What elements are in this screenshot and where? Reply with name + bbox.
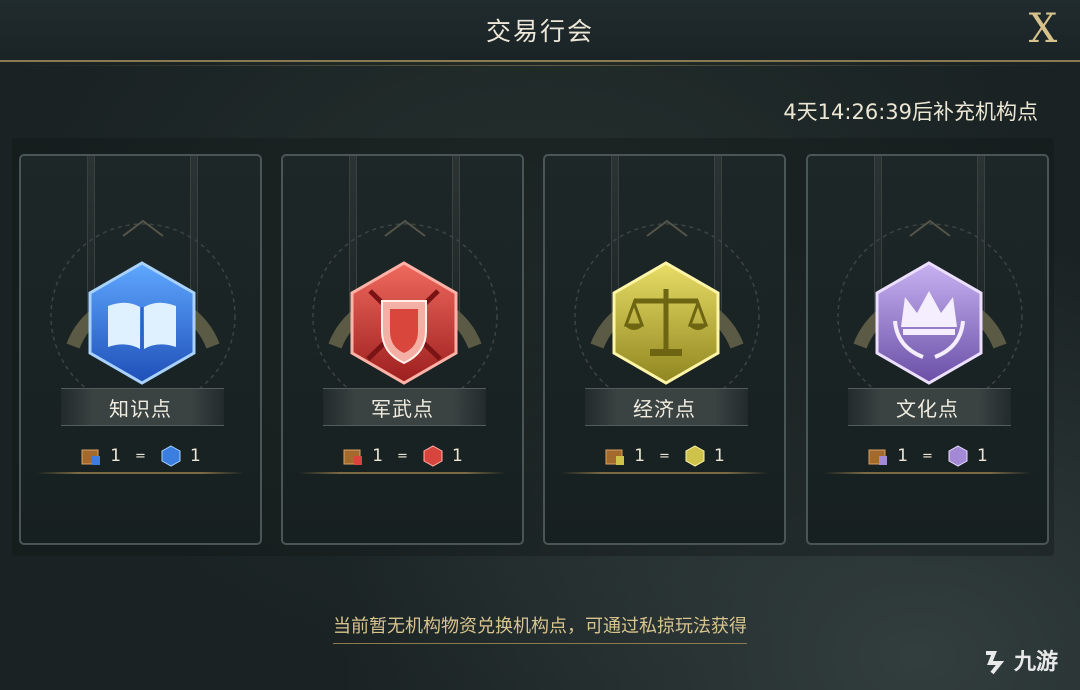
supply-crate-icon — [343, 449, 363, 465]
exchange-rate: 1 = 1 — [808, 444, 1047, 468]
rate-equals: = — [135, 448, 146, 464]
supply-crate-icon — [868, 449, 888, 465]
close-button[interactable]: X — [1020, 6, 1066, 52]
refill-timer: 4天14:26:39后补充机构点 — [783, 100, 1038, 124]
rate-left-value: 1 — [372, 446, 384, 466]
card-culture[interactable]: 文化点 1 = 1 — [806, 154, 1049, 545]
rate-equals: = — [397, 448, 408, 464]
privateer-hint-link[interactable]: 当前暂无机构物资兑换机构点，可通过私掠玩法获得 — [333, 616, 747, 644]
divider — [37, 472, 244, 474]
divider — [299, 472, 506, 474]
card-military[interactable]: 军武点 1 = 1 — [281, 154, 524, 545]
card-label: 知识点 — [109, 397, 172, 421]
rate-right-value: 1 — [451, 446, 463, 466]
economy-point-icon — [685, 445, 705, 467]
rate-left-value: 1 — [634, 446, 646, 466]
header-bar: 交易行会 X — [0, 0, 1080, 66]
scales-icon — [612, 261, 720, 385]
culture-point-icon — [948, 445, 968, 467]
supply-crate-icon — [605, 449, 625, 465]
military-point-icon — [423, 445, 443, 467]
crown-wreath-icon — [875, 261, 983, 385]
hint-row: 当前暂无机构物资兑换机构点，可通过私掠玩法获得 — [0, 612, 1080, 644]
exchange-rate: 1 = 1 — [283, 444, 522, 468]
card-knowledge[interactable]: 知识点 1 = 1 — [19, 154, 262, 545]
rate-right-value: 1 — [976, 446, 988, 466]
knowledge-point-icon — [161, 445, 181, 467]
divider — [824, 472, 1031, 474]
divider — [561, 472, 768, 474]
card-economy[interactable]: 经济点 1 = 1 — [543, 154, 786, 545]
card-label: 军武点 — [371, 397, 434, 421]
jiuyou-logo-icon — [986, 651, 1005, 675]
rate-right-value: 1 — [189, 446, 201, 466]
rate-right-value: 1 — [713, 446, 725, 466]
supply-crate-icon — [81, 449, 101, 465]
card-label: 文化点 — [896, 397, 959, 421]
watermark: 九游 — [980, 640, 1060, 680]
rate-equals: = — [659, 448, 670, 464]
exchange-rate: 1 = 1 — [545, 444, 784, 468]
book-icon — [88, 261, 196, 385]
rate-left-value: 1 — [897, 446, 909, 466]
page-title: 交易行会 — [485, 17, 594, 46]
rate-left-value: 1 — [110, 446, 122, 466]
shield-swords-icon — [350, 261, 458, 385]
rate-equals: = — [922, 448, 933, 464]
exchange-rate: 1 = 1 — [21, 444, 260, 468]
watermark-text: 九游 — [1014, 650, 1059, 675]
card-label: 经济点 — [633, 397, 696, 421]
